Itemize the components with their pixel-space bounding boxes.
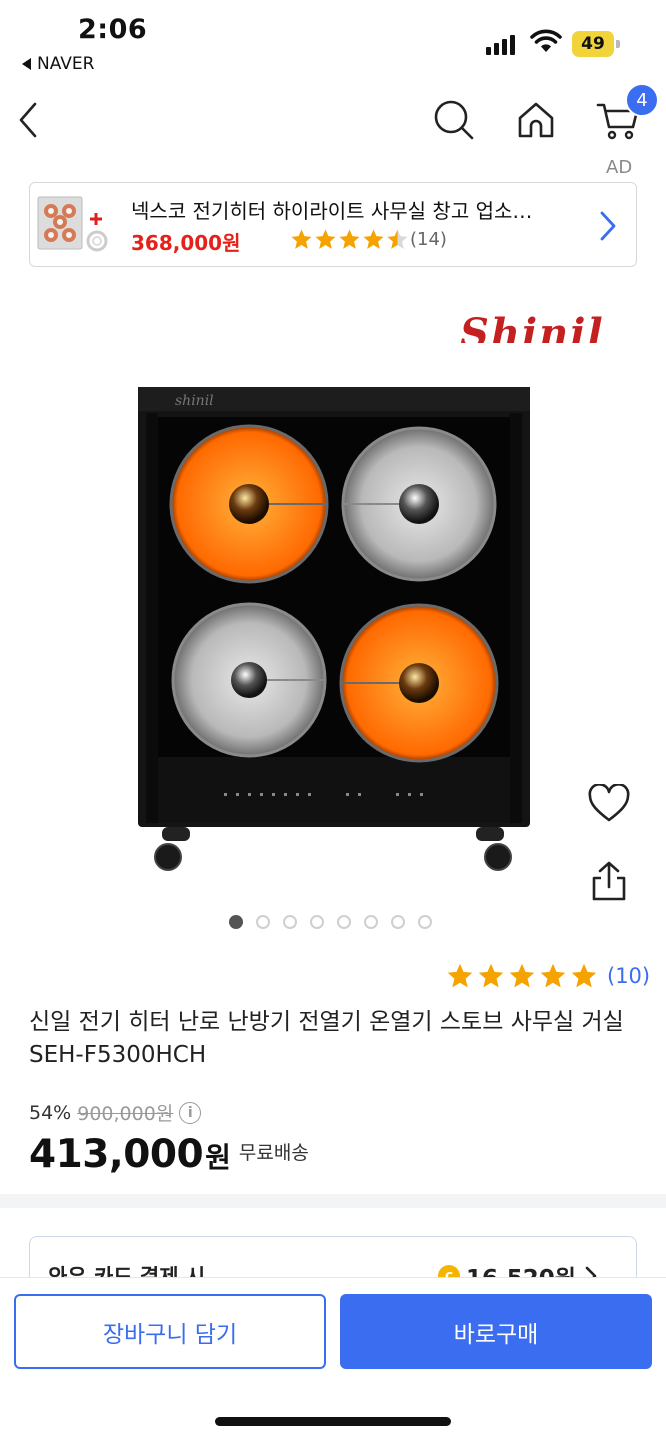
carousel-dot[interactable] <box>283 915 297 929</box>
back-app-label: NAVER <box>37 54 95 74</box>
home-icon <box>518 102 554 138</box>
status-time: 2:06 <box>78 14 148 45</box>
carousel-dot[interactable] <box>391 915 405 929</box>
star-icon <box>571 963 597 988</box>
battery-level: 49 <box>572 31 614 57</box>
heart-icon <box>588 784 630 822</box>
star-icon <box>509 963 535 988</box>
wishlist-button[interactable] <box>584 779 634 829</box>
product-rating[interactable]: (10) <box>446 962 650 990</box>
status-bar: 2:06 NAVER 49 <box>0 0 666 80</box>
home-button[interactable] <box>510 94 562 146</box>
ad-review-count: (14) <box>410 229 447 250</box>
carousel-dot[interactable] <box>364 915 378 929</box>
bottom-action-bar: 장바구니 담기 바로구매 <box>0 1277 666 1440</box>
ad-product-price: 368,000원 <box>131 231 241 255</box>
back-button[interactable] <box>2 94 54 146</box>
buy-now-button[interactable]: 바로구매 <box>340 1294 652 1369</box>
star-icon <box>291 229 312 249</box>
wifi-icon <box>530 29 562 52</box>
carousel-dot[interactable] <box>337 915 351 929</box>
ad-product-thumbnail <box>37 196 108 252</box>
battery-indicator: 49 <box>572 31 620 57</box>
carousel-dot[interactable] <box>310 915 324 929</box>
search-button[interactable] <box>428 94 480 146</box>
star-icon <box>339 229 360 249</box>
cart-count-badge: 4 <box>625 83 659 117</box>
sponsored-product-banner[interactable]: 넥스코 전기히터 하이라이트 사무실 창고 업소… 368,000원 (14) <box>29 182 637 267</box>
info-icon[interactable]: i <box>179 1101 202 1124</box>
star-icon <box>478 963 504 988</box>
back-to-app-link[interactable]: NAVER <box>22 54 94 74</box>
ad-rating-stars <box>290 228 409 251</box>
chevron-right-icon <box>600 211 616 241</box>
carousel-dot[interactable] <box>229 915 243 929</box>
add-to-cart-button[interactable]: 장바구니 담기 <box>14 1294 326 1369</box>
price-currency: 원 <box>205 1141 231 1174</box>
star-icon <box>387 229 408 249</box>
share-icon <box>592 861 626 901</box>
star-icon <box>315 229 336 249</box>
search-icon <box>434 100 474 140</box>
original-price: 900,000원 <box>77 1103 174 1125</box>
section-divider <box>0 1194 666 1208</box>
carousel-dot[interactable] <box>256 915 270 929</box>
price-row: 413,000 원 무료배송 <box>29 1132 309 1177</box>
ad-label: AD <box>606 157 633 178</box>
image-carousel-pagination[interactable] <box>229 915 432 929</box>
star-icon <box>363 229 384 249</box>
product-rating-stars <box>446 962 598 990</box>
home-indicator <box>215 1417 451 1426</box>
discount-rate: 54% <box>29 1101 72 1124</box>
sale-price: 413,000 <box>29 1132 204 1177</box>
svg-text:shinil: shinil <box>175 393 214 409</box>
app-header <box>0 80 666 160</box>
discount-row: 54% 900,000원 i <box>29 1099 202 1126</box>
product-title: 신일 전기 히터 난로 난방기 전열기 온열기 스토브 사무실 거실 SEH-F… <box>29 1009 624 1068</box>
ad-product-title: 넥스코 전기히터 하이라이트 사무실 창고 업소… <box>131 199 533 223</box>
back-triangle-icon <box>22 58 31 70</box>
star-icon <box>540 963 566 988</box>
chevron-left-icon <box>19 102 37 138</box>
shipping-info: 무료배송 <box>238 1142 309 1164</box>
star-icon <box>447 963 473 988</box>
carousel-dot[interactable] <box>418 915 432 929</box>
product-image[interactable]: shinil <box>0 295 666 905</box>
share-button[interactable] <box>584 856 634 906</box>
cellular-signal-icon <box>486 33 515 55</box>
product-review-count: (10) <box>607 964 651 988</box>
